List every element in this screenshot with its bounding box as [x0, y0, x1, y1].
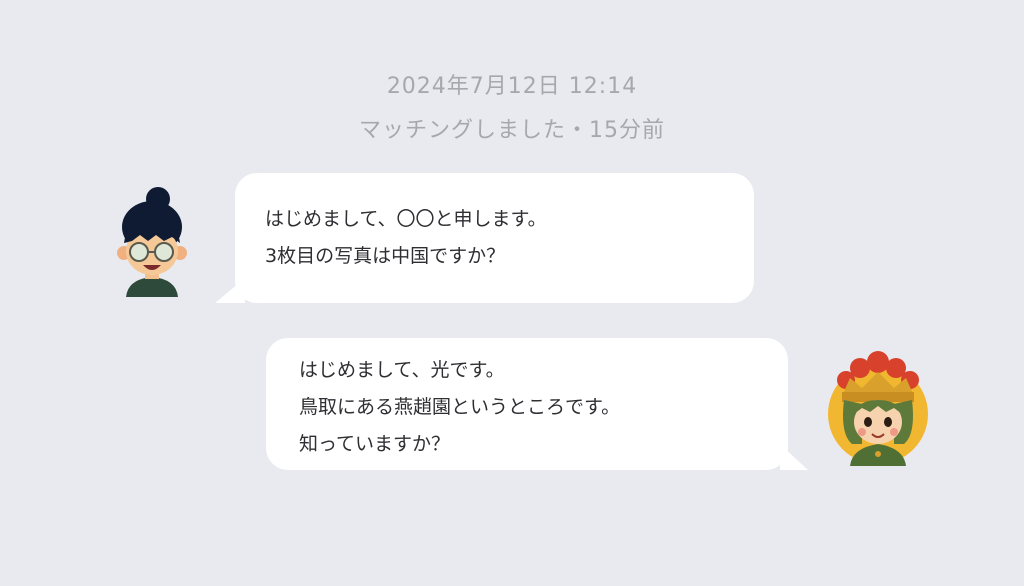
- match-status: マッチングしました・15分前: [359, 118, 665, 143]
- message-line: 鳥取にある燕趙園というところです。: [299, 396, 621, 418]
- glasses-boy-avatar-icon[interactable]: [112, 185, 194, 297]
- message-line: はじめまして、光です。: [299, 359, 505, 381]
- crowned-girl-avatar-icon[interactable]: [822, 344, 934, 466]
- message-line: 3枚目の写真は中国ですか？: [265, 245, 506, 267]
- message-line: 知っていますか？: [299, 433, 451, 455]
- message-line: はじめまして、〇〇と申します。: [265, 208, 547, 230]
- chat-date-time: 2024年7月12日 12:14: [386, 74, 638, 99]
- message-bubble-sent[interactable]: はじめまして、光です。 鳥取にある燕趙園というところです。 知っていますか？: [266, 338, 788, 470]
- message-bubble-received[interactable]: はじめまして、〇〇と申します。 3枚目の写真は中国ですか？: [235, 173, 754, 303]
